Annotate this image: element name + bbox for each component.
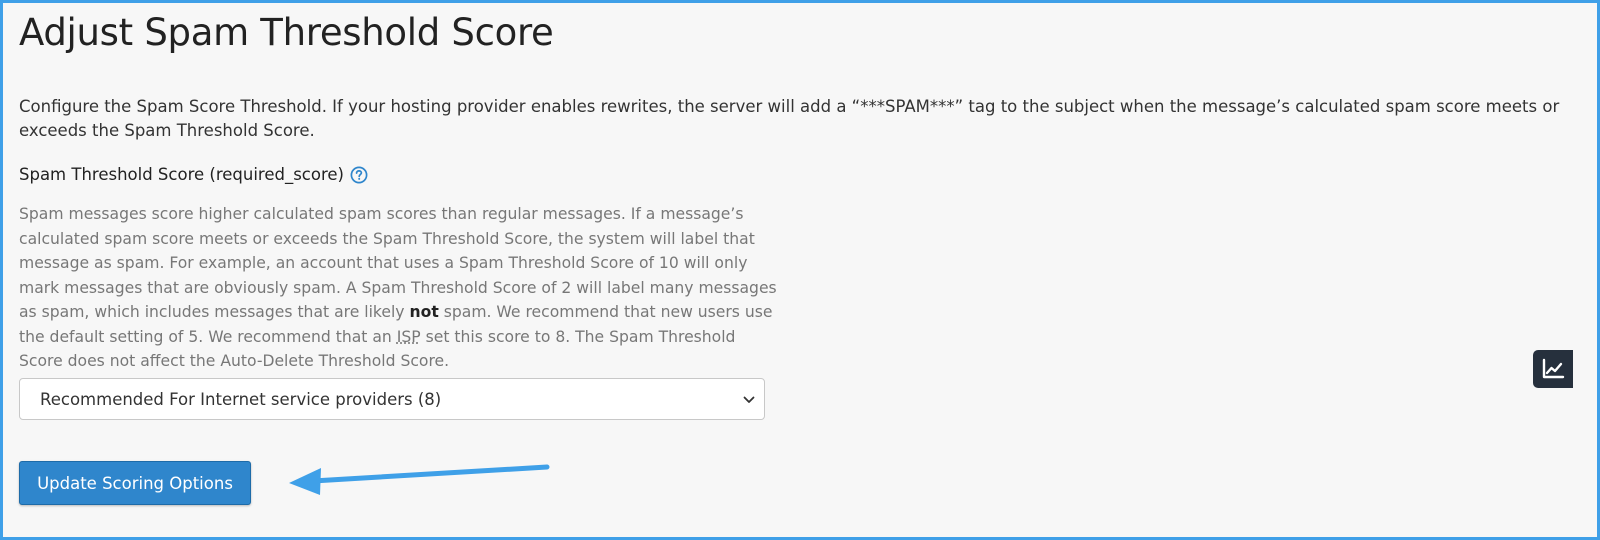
isp-abbreviation: ISP (396, 327, 421, 346)
chart-line-icon (1542, 358, 1565, 379)
spam-threshold-help-text: Spam messages score higher calculated sp… (19, 202, 779, 374)
help-text-emphasis: not (409, 303, 439, 321)
spam-threshold-select-value: Recommended For Internet service provide… (40, 389, 442, 409)
chevron-down-icon (743, 396, 755, 403)
page-title: Adjust Spam Threshold Score (19, 11, 554, 54)
spam-threshold-select[interactable]: Recommended For Internet service provide… (19, 378, 765, 420)
spam-threshold-label: Spam Threshold Score (required_score) (19, 165, 368, 184)
spam-threshold-label-text: Spam Threshold Score (required_score) (19, 165, 344, 184)
intro-text: Configure the Spam Score Threshold. If y… (19, 97, 1560, 140)
annotation-arrow (289, 464, 550, 495)
side-stats-widget[interactable] (1533, 350, 1573, 388)
page-frame: Adjust Spam Threshold Score Configure th… (0, 0, 1600, 540)
question-circle-icon[interactable] (350, 166, 368, 184)
update-scoring-options-button[interactable]: Update Scoring Options (19, 461, 251, 505)
